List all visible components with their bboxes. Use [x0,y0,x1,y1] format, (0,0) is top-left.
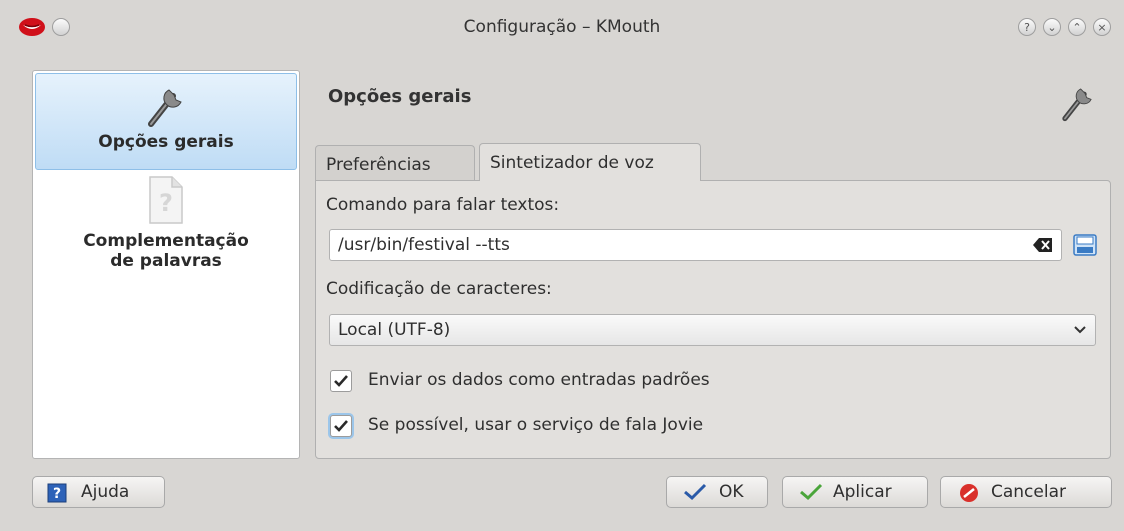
help-icon[interactable]: ? [1018,18,1036,36]
apply-button[interactable]: Aplicar [782,476,928,508]
encoding-label: Codificação de caracteres: [326,279,552,299]
clear-text-icon[interactable] [1033,237,1053,253]
checkmark-icon [334,420,348,432]
tab-label: Sintetizador de voz [490,153,654,173]
sidebar-item-general-options[interactable]: Opções gerais [35,73,297,170]
apply-button-label: Aplicar [833,482,892,502]
ok-button-label: OK [719,482,744,502]
cancel-icon [960,484,978,502]
ok-button[interactable]: OK [666,476,768,508]
encoding-select[interactable]: Local (UTF-8) [329,314,1096,346]
tab-speech-synthesizer[interactable]: Sintetizador de voz [479,143,701,181]
checkmark-icon [334,375,348,387]
stdin-checkbox[interactable] [330,370,352,392]
close-icon[interactable]: × [1093,18,1111,36]
jovie-checkbox[interactable] [330,415,352,437]
sidebar-item-label-line1: Complementação [83,231,249,251]
cancel-button[interactable]: Cancelar [940,476,1112,508]
maximize-icon[interactable]: ⌃ [1068,18,1086,36]
command-value: /usr/bin/festival --tts [338,235,510,255]
svg-text:?: ? [53,486,61,502]
jovie-label: Se possível, usar o serviço de fala Jovi… [368,415,704,435]
checkmark-icon [684,483,707,501]
encoding-value: Local (UTF-8) [338,320,451,340]
apply-check-icon [800,483,823,501]
minimize-icon[interactable]: ⌄ [1043,18,1061,36]
tab-label: Preferências [326,155,431,175]
help-button[interactable]: ? Ajuda [32,476,165,508]
sidebar-item-word-completion[interactable]: ? Complementação de palavras [35,175,297,271]
sidebar-item-label: Opções gerais [98,132,234,152]
window-title: Configuração – KMouth [463,17,661,37]
cancel-button-label: Cancelar [991,482,1066,502]
wrench-icon [148,89,182,127]
title-bar: Configuração – KMouth ? ⌄ ⌃ × [0,0,1124,56]
save-icon[interactable] [1073,234,1097,256]
command-input[interactable]: /usr/bin/festival --tts [329,229,1062,261]
speech-synthesizer-panel: Comando para falar textos: /usr/bin/fest… [315,180,1111,459]
help-book-icon: ? [47,483,67,503]
chevron-down-icon [1074,326,1086,334]
tab-preferences[interactable]: Preferências [315,145,475,181]
page-title: Opções gerais [328,86,472,107]
svg-text:?: ? [159,189,173,217]
command-label: Comando para falar textos: [326,195,560,215]
page-list: Opções gerais ? Complementação de palavr… [32,70,300,459]
wrench-icon [1062,88,1092,122]
document-unknown-icon: ? [149,176,183,224]
stdin-label: Enviar os dados como entradas padrões [368,370,710,390]
sidebar-item-label-line2: de palavras [110,251,222,271]
help-button-label: Ajuda [81,482,130,502]
